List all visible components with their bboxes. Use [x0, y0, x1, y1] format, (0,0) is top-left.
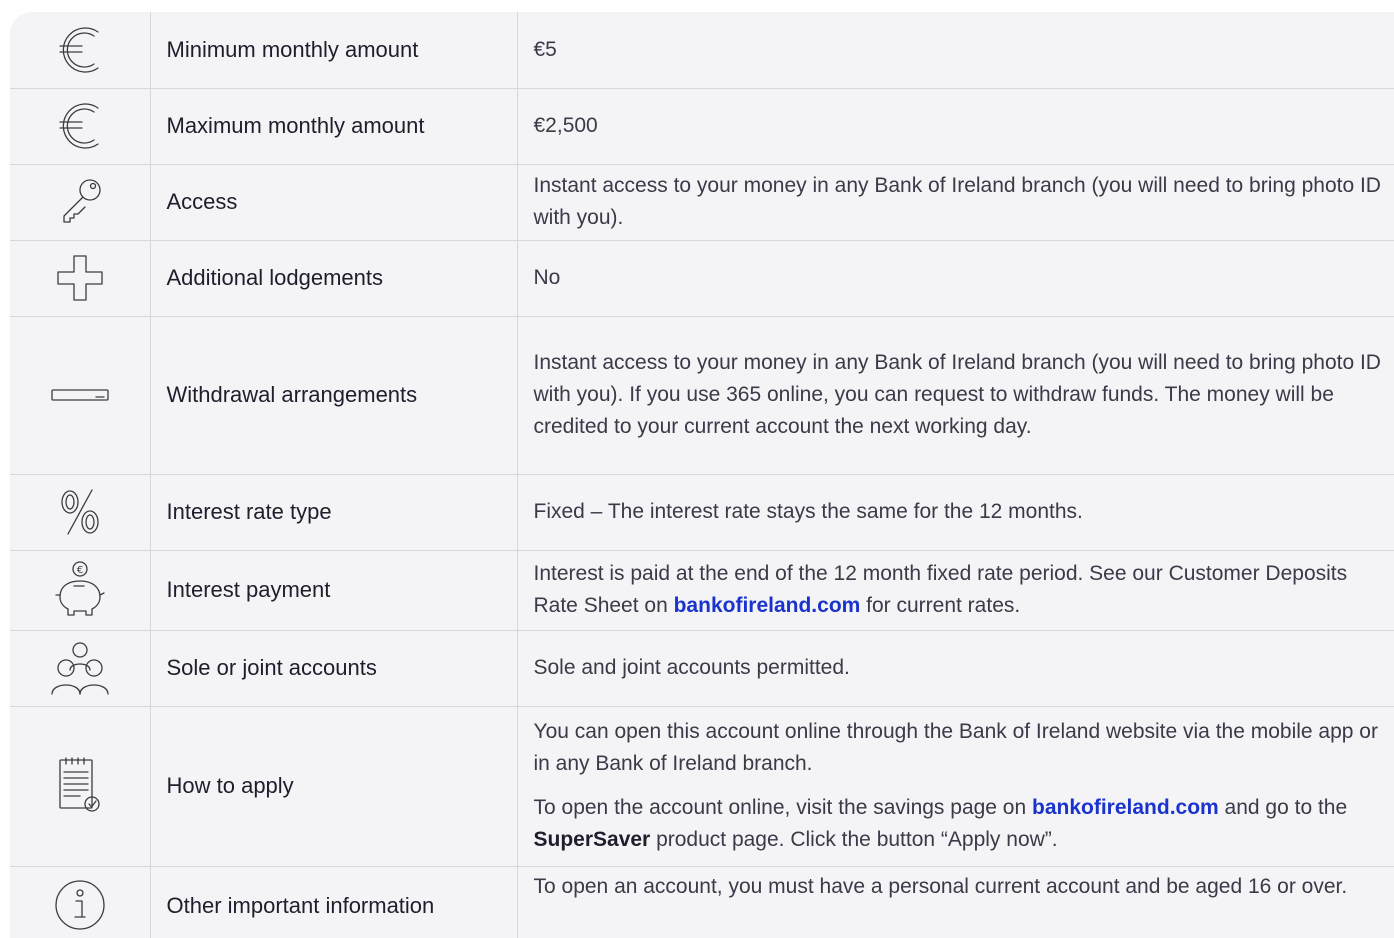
row-label: Access: [150, 164, 518, 241]
row-label: Interest payment: [150, 550, 518, 631]
info-icon: [55, 879, 105, 930]
row-label: Other important information: [150, 866, 518, 938]
euro-icon: [59, 103, 99, 149]
key-icon: [63, 179, 101, 223]
product-name: SuperSaver: [533, 828, 651, 851]
table-row: Withdrawal arrangements Instant access t…: [10, 316, 1394, 475]
value-text: product page. Click the button “Apply no…: [650, 828, 1058, 851]
table-row: Additional lodgements No: [10, 240, 1394, 317]
row-value: No: [517, 240, 1394, 317]
value-text: and go to the: [1218, 796, 1348, 819]
row-value: Fixed – The interest rate stays the same…: [517, 474, 1394, 551]
row-label: Maximum monthly amount: [150, 88, 518, 165]
row-value: Instant access to your money in any Bank…: [517, 316, 1394, 475]
row-value: €2,500: [517, 88, 1394, 165]
card-icon: [51, 389, 109, 401]
bankofireland-link[interactable]: bankofireland.com: [1032, 796, 1219, 819]
piggy-bank-icon: €: [55, 561, 105, 616]
table-row: Other important information To open an a…: [10, 866, 1394, 938]
row-label: Additional lodgements: [150, 240, 518, 317]
table-row: Interest rate type Fixed – The interest …: [10, 474, 1394, 551]
percent-icon: [61, 489, 99, 535]
table-row: Sole or joint accounts Sole and joint ac…: [10, 630, 1394, 707]
value-paragraph: To open the account online, visit the sa…: [534, 792, 1391, 856]
value-text: for current rates.: [860, 594, 1021, 617]
plus-icon: [57, 255, 103, 301]
bankofireland-link[interactable]: bankofireland.com: [674, 594, 861, 617]
table-row: € Interest payment Interest is paid at t…: [10, 550, 1394, 631]
value-text: To open the account online, visit the sa…: [533, 796, 1033, 819]
table-row: How to apply You can open this account o…: [10, 706, 1394, 867]
row-label: Withdrawal arrangements: [150, 316, 518, 475]
table-row: Access Instant access to your money in a…: [10, 164, 1394, 241]
people-icon: [51, 642, 109, 695]
row-value: €5: [517, 12, 1394, 89]
table-row: Maximum monthly amount €2,500: [10, 88, 1394, 165]
checklist-icon: [59, 757, 100, 812]
table-row: Minimum monthly amount €5: [10, 12, 1394, 89]
row-label: Sole or joint accounts: [150, 630, 518, 707]
row-label: Minimum monthly amount: [150, 12, 518, 89]
row-value: To open an account, you must have a pers…: [517, 866, 1394, 938]
row-value: Instant access to your money in any Bank…: [517, 164, 1394, 241]
row-value: Interest is paid at the end of the 12 mo…: [517, 550, 1394, 631]
row-value: You can open this account online through…: [517, 706, 1394, 867]
value-paragraph: You can open this account online through…: [533, 720, 1378, 775]
row-value: Sole and joint accounts permitted.: [517, 630, 1394, 707]
euro-icon: [59, 27, 99, 73]
svg-text:€: €: [77, 565, 83, 576]
row-label: How to apply: [150, 706, 518, 867]
row-label: Interest rate type: [150, 474, 518, 551]
product-info-table: Minimum monthly amount €5 Maximum monthl…: [10, 12, 1394, 938]
